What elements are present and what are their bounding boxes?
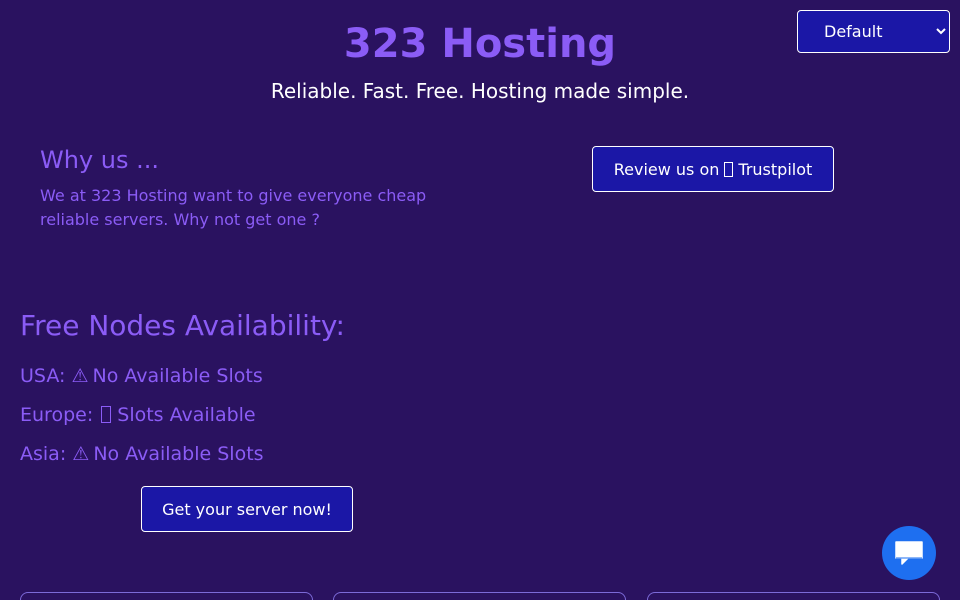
plan-card	[20, 592, 313, 600]
review-label-prefix: Review us on	[613, 159, 720, 179]
warning-icon: ⚠	[71, 365, 89, 387]
trustpilot-star-icon	[724, 161, 734, 177]
node-row-europe: Europe: Slots Available	[20, 402, 256, 428]
node-status-europe: Slots Available	[117, 404, 256, 426]
chat-bubble-icon	[895, 541, 923, 565]
node-region-europe: Europe:	[20, 404, 94, 426]
warning-icon: ⚠	[72, 443, 90, 465]
node-status-asia: No Available Slots	[93, 443, 264, 465]
node-region-usa: USA:	[20, 365, 66, 387]
nodes-heading: Free Nodes Availability:	[20, 309, 345, 342]
review-label-brand: Trustpilot	[738, 159, 813, 179]
node-region-asia: Asia:	[20, 443, 67, 465]
chat-button[interactable]	[882, 526, 936, 580]
review-trustpilot-button[interactable]: Review us on Trustpilot	[592, 146, 834, 192]
node-row-asia: Asia: ⚠ No Available Slots	[20, 441, 264, 467]
tagline: Reliable. Fast. Free. Hosting made simpl…	[270, 79, 690, 103]
missing-glyph-icon	[101, 406, 112, 423]
site-title: 323 Hosting	[343, 21, 617, 67]
node-row-usa: USA: ⚠ No Available Slots	[20, 363, 263, 389]
node-status-usa: No Available Slots	[92, 365, 263, 387]
page: Default 323 Hosting Reliable. Fast. Free…	[0, 0, 960, 600]
get-server-button[interactable]: Get your server now!	[141, 486, 353, 532]
plan-card	[333, 592, 626, 600]
why-heading: Why us ...	[40, 146, 160, 174]
plan-card	[647, 592, 940, 600]
why-text: We at 323 Hosting want to give everyone …	[40, 186, 427, 229]
